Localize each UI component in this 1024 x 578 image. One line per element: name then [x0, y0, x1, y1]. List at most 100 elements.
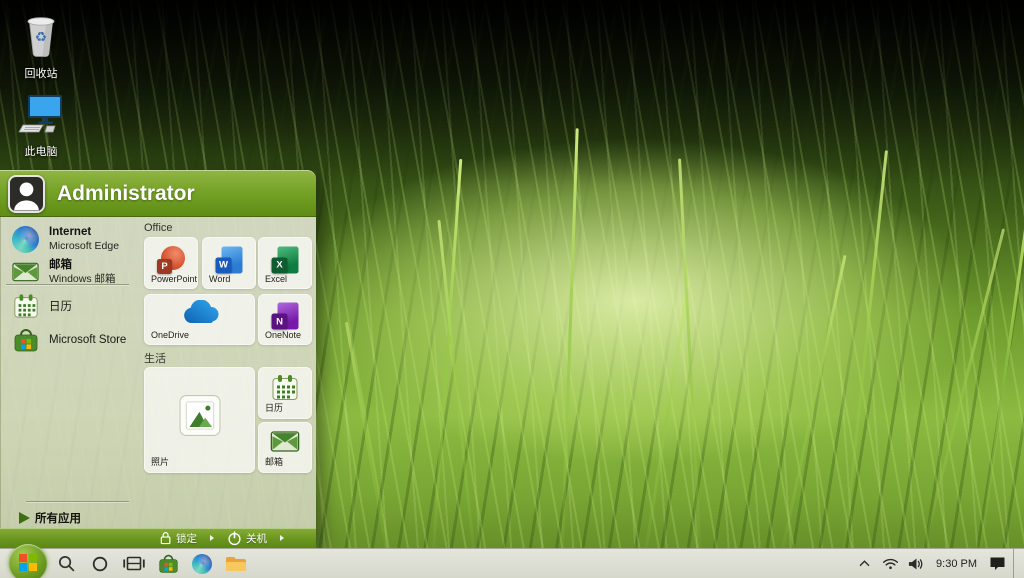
show-desktop-button[interactable]: [1013, 549, 1018, 578]
windows-logo-icon: [19, 554, 37, 572]
section-label-office: Office: [144, 222, 173, 234]
tile-mail[interactable]: 邮箱: [258, 422, 312, 473]
store-icon: [12, 327, 39, 354]
tile-label: OneDrive: [151, 330, 189, 340]
tile-label: 邮箱: [265, 455, 283, 468]
tile-calendar[interactable]: 日历: [258, 367, 312, 419]
desktop-icon-label: 回收站: [6, 65, 76, 81]
taskbar: 9:30 PM: [0, 548, 1024, 578]
sidebar-item-calendar[interactable]: 日历: [1, 290, 139, 322]
mail-icon: [12, 259, 39, 286]
folder-icon: [225, 555, 247, 573]
chevron-up-icon: [858, 559, 871, 568]
sidebar-item-microsoft-store[interactable]: Microsoft Store: [1, 324, 139, 356]
grass-blade: [915, 228, 1005, 578]
onenote-icon: N: [272, 303, 299, 330]
tile-onedrive[interactable]: OneDrive: [144, 294, 255, 345]
taskbar-file-explorer-button[interactable]: [221, 550, 251, 578]
tile-excel[interactable]: X Excel: [258, 237, 312, 289]
edge-icon: [192, 554, 212, 574]
sidebar-item-subtitle: Windows 邮箱: [49, 273, 116, 285]
action-center-button[interactable]: [987, 551, 1007, 577]
grass-blade: [840, 150, 888, 578]
powerpoint-icon: P: [157, 246, 185, 274]
tile-powerpoint[interactable]: P PowerPoint: [144, 237, 198, 289]
shutdown-label: 关机: [246, 531, 267, 546]
volume-icon: [908, 557, 924, 571]
sidebar-item-internet[interactable]: Internet Microsoft Edge: [1, 223, 139, 255]
start-menu-tiles: Office P PowerPoint W Word: [141, 217, 314, 528]
taskbar-edge-button[interactable]: [187, 550, 217, 578]
wifi-icon: [882, 557, 899, 570]
shutdown-button[interactable]: 关机: [224, 530, 270, 547]
sidebar-item-title: 邮箱: [49, 259, 116, 272]
photos-icon: [179, 394, 221, 441]
desktop-screen: ♻ 回收站 此电脑: [0, 0, 1024, 578]
store-icon: [158, 554, 179, 574]
tile-label: 照片: [151, 455, 169, 468]
tile-label: PowerPoint: [151, 274, 197, 284]
grass-blade: [640, 281, 690, 578]
start-menu-sidebar: Internet Microsoft Edge 邮箱: [1, 217, 139, 528]
grass-blade: [775, 255, 847, 578]
cortana-icon: [91, 555, 109, 573]
grass-blade: [975, 152, 1024, 578]
taskbar-store-button[interactable]: [153, 550, 183, 578]
recycle-bin-icon: ♻: [22, 12, 60, 63]
sidebar-item-title: 日历: [49, 298, 72, 314]
lock-submenu-arrow-icon[interactable]: [210, 535, 214, 541]
all-apps-arrow-icon: [19, 512, 30, 524]
mail-icon: [270, 431, 300, 457]
taskbar-left: [8, 546, 251, 578]
start-button[interactable]: [9, 544, 47, 578]
lock-button[interactable]: 锁定: [156, 530, 200, 547]
tile-label: OneNote: [265, 330, 301, 340]
grass-blade: [678, 158, 703, 578]
person-icon: [10, 177, 43, 211]
network-button[interactable]: [880, 551, 900, 577]
sidebar-item-title: Internet: [49, 226, 119, 239]
this-pc-icon: [17, 92, 65, 141]
start-menu-header: Administrator: [0, 170, 316, 217]
task-view-button[interactable]: [119, 550, 149, 578]
start-menu: Administrator Internet Microsoft Edge: [0, 170, 316, 548]
taskbar-clock[interactable]: 9:30 PM: [932, 558, 981, 570]
power-icon: [227, 531, 242, 546]
sidebar-item-title: Microsoft Store: [49, 334, 126, 346]
onedrive-icon: [179, 300, 221, 332]
search-button[interactable]: [51, 550, 81, 578]
tile-label: 日历: [265, 401, 283, 414]
lock-label: 锁定: [176, 531, 197, 546]
tile-onenote[interactable]: N OneNote: [258, 294, 312, 345]
user-avatar[interactable]: [8, 175, 45, 213]
sidebar-divider: [26, 501, 129, 502]
grass-blade: [345, 322, 393, 578]
shutdown-submenu-arrow-icon[interactable]: [280, 535, 284, 541]
search-icon: [57, 554, 76, 573]
start-menu-body: Internet Microsoft Edge 邮箱: [0, 217, 316, 528]
tile-label: Word: [209, 274, 230, 284]
svg-text:♻: ♻: [35, 29, 47, 44]
desktop-icon-recycle-bin[interactable]: ♻ 回收站: [6, 12, 76, 81]
user-name: Administrator: [57, 182, 195, 206]
sidebar-divider: [6, 284, 129, 285]
desktop-icon-label: 此电脑: [6, 143, 76, 159]
task-view-icon: [123, 555, 145, 572]
section-label-life: 生活: [144, 350, 166, 366]
volume-button[interactable]: [906, 551, 926, 577]
edge-icon: [12, 226, 39, 253]
calendar-icon: [12, 293, 39, 320]
excel-icon: X: [272, 246, 299, 273]
system-tray: 9:30 PM: [854, 549, 1024, 578]
show-hidden-icons-button[interactable]: [854, 551, 874, 577]
action-center-icon: [989, 556, 1006, 571]
desktop-icon-this-pc[interactable]: 此电脑: [6, 92, 76, 159]
all-apps-label: 所有应用: [35, 510, 81, 526]
tile-label: Excel: [265, 274, 287, 284]
word-icon: W: [216, 246, 243, 273]
grass-blade: [560, 128, 579, 578]
tile-word[interactable]: W Word: [202, 237, 256, 289]
cortana-button[interactable]: [85, 550, 115, 578]
all-apps-button[interactable]: 所有应用: [1, 506, 131, 530]
tile-photos[interactable]: 照片: [144, 367, 255, 473]
